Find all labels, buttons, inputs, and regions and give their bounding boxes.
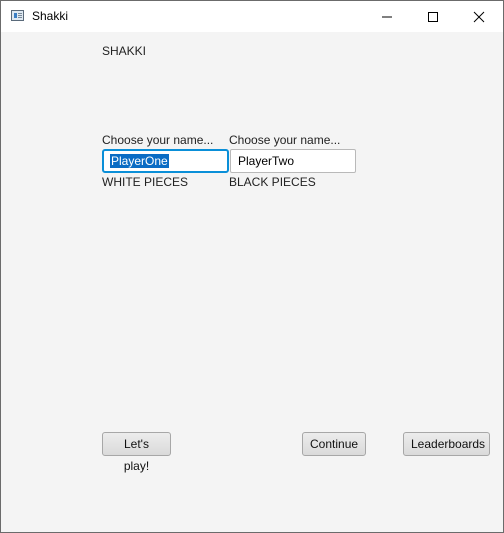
- player-one-name-input[interactable]: PlayerOne: [102, 149, 229, 173]
- leaderboards-button[interactable]: Leaderboards: [403, 432, 490, 456]
- window-title: Shakki: [32, 9, 69, 23]
- continue-button[interactable]: Continue: [302, 432, 366, 456]
- minimize-button[interactable]: [364, 1, 410, 32]
- player-two-name-value: PlayerTwo: [238, 154, 295, 168]
- close-button[interactable]: [456, 1, 502, 32]
- player-two-name-input[interactable]: PlayerTwo: [230, 149, 356, 173]
- maximize-icon: [428, 12, 438, 22]
- black-pieces-label: BLACK PIECES: [229, 175, 316, 189]
- white-pieces-label: WHITE PIECES: [102, 175, 189, 189]
- main-content: SHAKKI Choose your name... Choose your n…: [1, 32, 503, 532]
- maximize-button[interactable]: [410, 1, 456, 32]
- app-icon: [11, 10, 24, 21]
- app-heading: SHAKKI: [102, 44, 147, 58]
- minimize-icon: [382, 16, 392, 18]
- close-icon: [473, 11, 485, 23]
- player-one-prompt: Choose your name...: [102, 133, 214, 147]
- title-bar[interactable]: Shakki: [1, 1, 503, 32]
- app-window: Shakki SHAKKI Choose your name... Choose…: [0, 0, 504, 533]
- player-two-prompt: Choose your name...: [229, 133, 341, 147]
- player-one-name-value: PlayerOne: [110, 154, 169, 168]
- lets-play-button[interactable]: Let's play!: [102, 432, 171, 473]
